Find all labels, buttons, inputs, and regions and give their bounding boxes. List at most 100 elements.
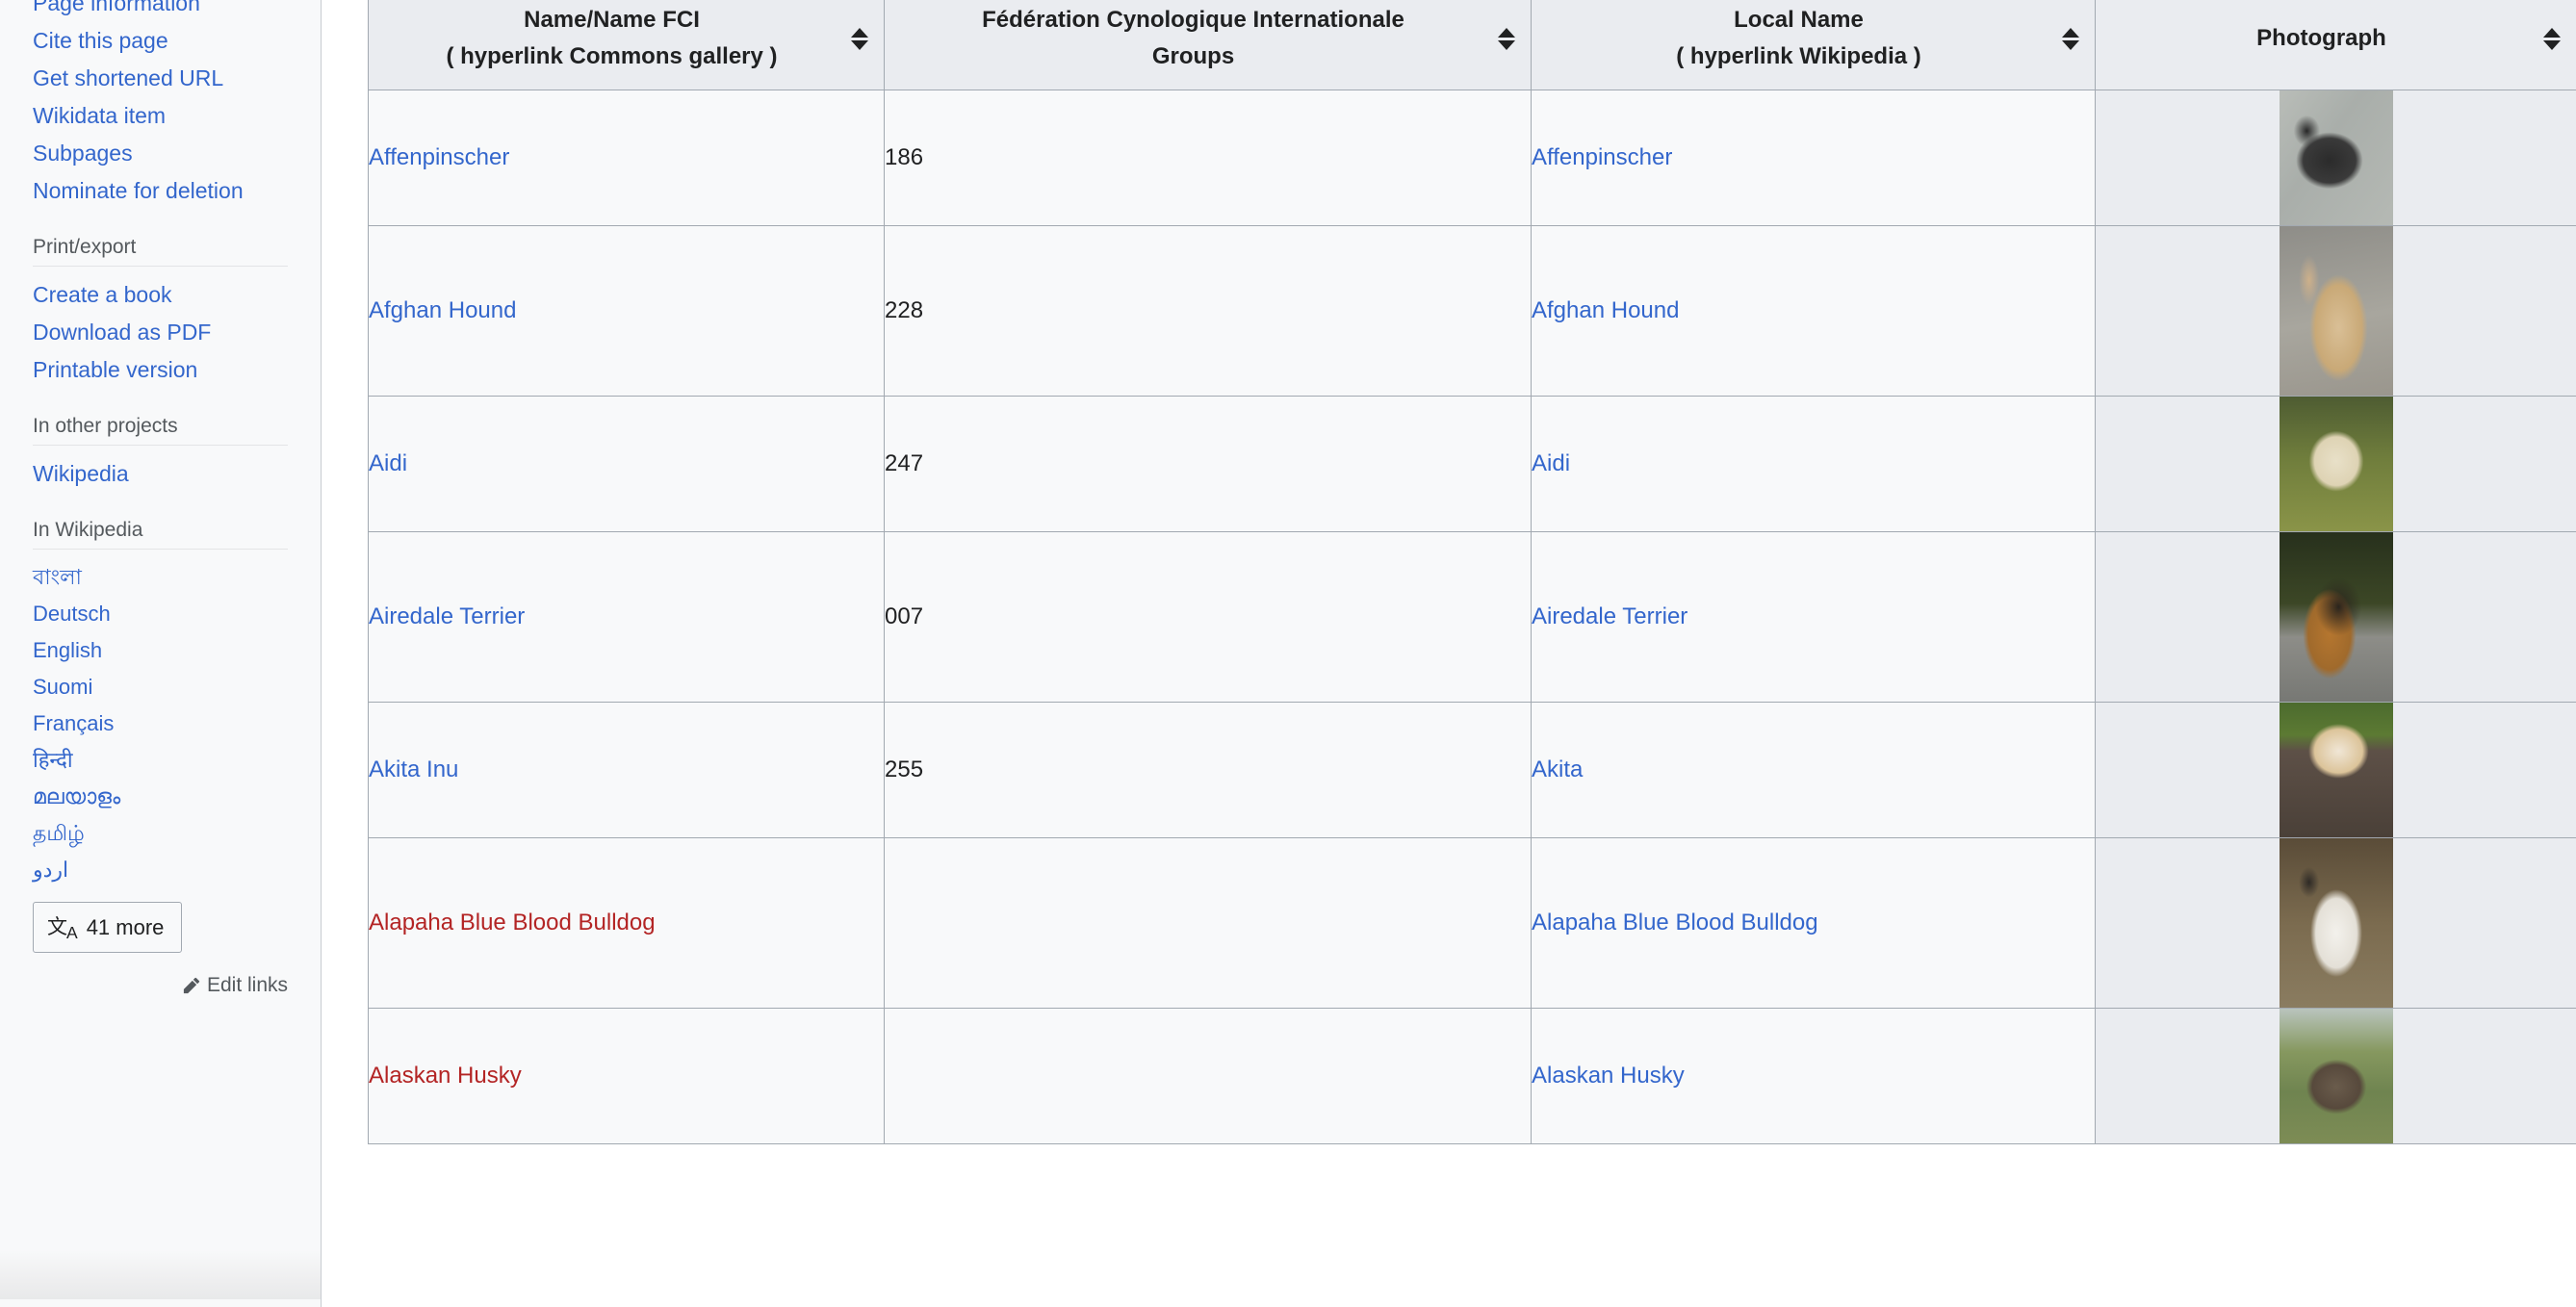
sidebar-link-printable-version[interactable]: Printable version <box>33 351 288 389</box>
column-header-name-fci-line2: ( hyperlink Commons gallery ) <box>446 43 778 70</box>
breed-link-airedale-terrier[interactable]: Airedale Terrier <box>369 603 525 629</box>
sort-arrows-icon[interactable] <box>851 26 868 51</box>
breed-link-akita-inu[interactable]: Akita Inu <box>369 756 458 782</box>
column-header-name-fci-line1: Name/Name FCI <box>524 7 700 33</box>
cell-fci-group: 255 <box>884 701 1532 838</box>
wikimedia-commons-page: Page information Cite this page Get shor… <box>0 0 2576 1307</box>
sidebar-inner: Page information Cite this page Get shor… <box>0 0 321 997</box>
sidebar-link-nominate-for-deletion[interactable]: Nominate for deletion <box>33 172 288 210</box>
local-link-affenpinscher[interactable]: Affenpinscher <box>1532 144 1672 170</box>
cell-local-name: Afghan Hound <box>1531 224 2096 397</box>
sidebar-link-download-as-pdf[interactable]: Download as PDF <box>33 314 288 351</box>
local-link-airedale-terrier[interactable]: Airedale Terrier <box>1532 603 1687 629</box>
table-header: Name/Name FCI ( hyperlink Commons galler… <box>368 0 2576 90</box>
cell-local-name: Alapaha Blue Blood Bulldog <box>1531 836 2096 1009</box>
local-link-aidi[interactable]: Aidi <box>1532 450 1570 476</box>
edit-links-button[interactable]: Edit links <box>33 974 288 997</box>
cell-local-name: Akita <box>1531 701 2096 838</box>
cell-local-name: Affenpinscher <box>1531 89 2096 226</box>
sidebar-link-page-information[interactable]: Page information <box>33 0 288 22</box>
dog-breeds-table: Name/Name FCI ( hyperlink Commons galler… <box>368 0 2576 1144</box>
sidebar-language-english[interactable]: English <box>33 632 288 669</box>
sidebar-language-deutsch[interactable]: Deutsch <box>33 596 288 632</box>
sidebar-language-malayalam[interactable]: മലയാളം <box>33 779 288 815</box>
table-row: Alapaha Blue Blood Bulldog Alapaha Blue … <box>368 836 2576 1009</box>
table-row: Affenpinscher 186 Affenpinscher <box>368 89 2576 226</box>
cell-local-name: Aidi <box>1531 395 2096 532</box>
airedale-terrier-photo[interactable] <box>2279 531 2393 702</box>
pencil-icon <box>183 977 200 994</box>
akita-photo[interactable] <box>2279 702 2393 837</box>
sidebar-language-urdu[interactable]: اردو <box>33 852 288 888</box>
sidebar-other-projects-section: Wikipedia <box>33 455 288 493</box>
column-header-photograph[interactable]: Photograph <box>2095 0 2576 90</box>
cell-photograph <box>2095 701 2576 838</box>
sidebar-language-bengali[interactable]: বাংলা <box>33 559 288 596</box>
cell-photograph <box>2095 1007 2576 1144</box>
cell-photograph <box>2095 530 2576 703</box>
sort-arrows-icon[interactable] <box>2543 26 2561 51</box>
sidebar-link-get-shortened-url[interactable]: Get shortened URL <box>33 60 288 97</box>
more-languages-button[interactable]: 文A 41 more <box>33 902 183 954</box>
alapaha-blue-blood-bulldog-photo[interactable] <box>2279 837 2393 1008</box>
cell-fci-group: 247 <box>884 395 1532 532</box>
column-header-fci-groups[interactable]: Fédération Cynologique Internationale Gr… <box>884 0 1532 90</box>
sidebar-language-suomi[interactable]: Suomi <box>33 669 288 705</box>
local-link-afghan-hound[interactable]: Afghan Hound <box>1532 297 1679 323</box>
column-header-fci-groups-line2: Groups <box>1151 43 1235 70</box>
cell-photograph <box>2095 89 2576 226</box>
table-row: Alaskan Husky Alaskan Husky <box>368 1007 2576 1144</box>
local-link-alaskan-husky[interactable]: Alaskan Husky <box>1532 1063 1685 1089</box>
afghan-hound-photo[interactable] <box>2279 225 2393 396</box>
cell-fci-group <box>884 1007 1532 1144</box>
cell-fci-group: 186 <box>884 89 1532 226</box>
sidebar-language-hindi[interactable]: हिन्दी <box>33 742 288 779</box>
sidebar: Page information Cite this page Get shor… <box>0 0 322 1307</box>
cell-photograph <box>2095 395 2576 532</box>
cell-local-name: Alaskan Husky <box>1531 1007 2096 1144</box>
local-link-alapaha-blue-blood-bulldog[interactable]: Alapaha Blue Blood Bulldog <box>1532 910 1818 935</box>
cell-name: Afghan Hound <box>368 224 885 397</box>
table-row: Afghan Hound 228 Afghan Hound <box>368 224 2576 397</box>
aidi-photo[interactable] <box>2279 396 2393 531</box>
cell-name: Akita Inu <box>368 701 885 838</box>
breed-link-alaskan-husky[interactable]: Alaskan Husky <box>369 1063 522 1089</box>
more-languages-label: 41 more <box>86 914 165 939</box>
sidebar-link-wikipedia[interactable]: Wikipedia <box>33 455 288 493</box>
affenpinscher-photo[interactable] <box>2279 90 2393 225</box>
sidebar-language-francais[interactable]: Français <box>33 705 288 742</box>
sidebar-print-export-section: Create a book Download as PDF Printable … <box>33 276 288 389</box>
cell-photograph <box>2095 836 2576 1009</box>
column-header-name-fci[interactable]: Name/Name FCI ( hyperlink Commons galler… <box>368 0 885 90</box>
column-header-local-name-line1: Local Name <box>1734 7 1864 33</box>
breed-link-affenpinscher[interactable]: Affenpinscher <box>369 144 509 170</box>
cell-fci-group: 007 <box>884 530 1532 703</box>
column-header-local-name[interactable]: Local Name ( hyperlink Wikipedia ) <box>1531 0 2096 90</box>
sidebar-language-tamil[interactable]: தமிழ் <box>33 815 288 852</box>
sidebar-heading-print-export: Print/export <box>33 235 288 267</box>
sort-arrows-icon[interactable] <box>1498 26 1515 51</box>
breed-link-alapaha-blue-blood-bulldog[interactable]: Alapaha Blue Blood Bulldog <box>369 910 656 935</box>
cell-name: Alaskan Husky <box>368 1007 885 1144</box>
sidebar-languages-section: বাংলা Deutsch English Suomi Français हिन… <box>33 559 288 888</box>
column-header-fci-groups-line1: Fédération Cynologique Internationale <box>982 7 1404 33</box>
table-row: Airedale Terrier 007 Airedale Terrier <box>368 530 2576 703</box>
sidebar-link-cite-this-page[interactable]: Cite this page <box>33 22 288 60</box>
cell-name: Alapaha Blue Blood Bulldog <box>368 836 885 1009</box>
sidebar-bottom-fade <box>0 1249 321 1299</box>
sort-arrows-icon[interactable] <box>2062 26 2079 51</box>
sidebar-link-create-a-book[interactable]: Create a book <box>33 276 288 314</box>
alaskan-husky-photo[interactable] <box>2279 1008 2393 1143</box>
sidebar-link-wikidata-item[interactable]: Wikidata item <box>33 97 288 135</box>
cell-photograph <box>2095 224 2576 397</box>
breed-link-aidi[interactable]: Aidi <box>369 450 407 476</box>
cell-fci-group: 228 <box>884 224 1532 397</box>
breed-link-afghan-hound[interactable]: Afghan Hound <box>369 297 516 323</box>
local-link-akita[interactable]: Akita <box>1532 756 1583 782</box>
sidebar-link-subpages[interactable]: Subpages <box>33 135 288 172</box>
column-header-local-name-line2: ( hyperlink Wikipedia ) <box>1676 43 1921 70</box>
main-content: Name/Name FCI ( hyperlink Commons galler… <box>322 0 2576 1307</box>
edit-links-label: Edit links <box>206 974 288 997</box>
cell-name: Affenpinscher <box>368 89 885 226</box>
language-translate-icon: 文A <box>47 916 78 943</box>
